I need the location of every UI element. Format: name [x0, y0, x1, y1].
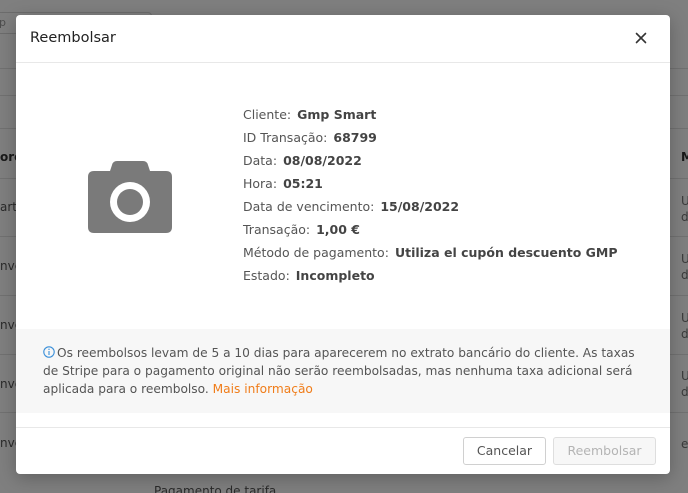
detail-row-data-vencimento: Data de vencimento: 15/08/2022 — [243, 198, 618, 221]
cancel-button[interactable]: Cancelar — [463, 437, 546, 465]
close-button[interactable] — [630, 27, 652, 49]
close-icon — [635, 32, 647, 44]
detail-value: 68799 — [333, 130, 377, 145]
refund-info-box: Os reembolsos levam de 5 a 10 dias para … — [16, 329, 670, 413]
more-info-link[interactable]: Mais informação — [213, 382, 313, 396]
modal-title: Reembolsar — [30, 30, 116, 46]
detail-value: 08/08/2022 — [283, 153, 362, 168]
camera-icon — [86, 159, 174, 235]
detail-separator: : — [272, 153, 278, 168]
detail-value: 1,00 € — [316, 222, 360, 237]
modal-header: Reembolsar — [16, 15, 670, 63]
detail-label: Cliente — [243, 107, 287, 122]
detail-separator: : — [323, 130, 328, 145]
detail-separator: : — [384, 245, 389, 260]
detail-row-cliente: Cliente: Gmp Smart — [243, 106, 618, 129]
detail-row-id-transacao: ID Transação: 68799 — [243, 129, 618, 152]
refund-info-text: Os reembolsos levam de 5 a 10 dias para … — [43, 344, 647, 398]
detail-label: Data — [243, 153, 273, 168]
detail-separator: : — [305, 222, 311, 237]
detail-label: Transação — [243, 222, 306, 237]
info-message: Os reembolsos levam de 5 a 10 dias para … — [43, 346, 635, 396]
info-icon — [43, 346, 55, 358]
detail-row-data: Data: 08/08/2022 — [243, 152, 618, 175]
refund-button[interactable]: Reembolsar — [553, 437, 656, 465]
detail-value: 15/08/2022 — [380, 199, 460, 214]
detail-separator: : — [285, 268, 290, 283]
detail-row-metodo-pagamento: Método de pagamento: Utiliza el cupón des… — [243, 244, 618, 267]
modal-footer-divider — [16, 427, 670, 428]
detail-row-hora: Hora: 05:21 — [243, 175, 618, 198]
detail-separator: : — [272, 176, 278, 191]
detail-value: Utiliza el cupón descuento GMP — [394, 245, 618, 260]
detail-value: Gmp Smart — [297, 107, 377, 122]
detail-label: Data de vencimento — [243, 199, 371, 214]
detail-value: Incompleto — [295, 268, 375, 283]
detail-row-transacao: Transação: 1,00 € — [243, 221, 618, 244]
detail-row-estado: Estado: Incompleto — [243, 267, 618, 290]
detail-label: ID Transação — [243, 130, 324, 145]
detail-label: Método de pagamento — [243, 245, 385, 260]
detail-label: Hora — [243, 176, 273, 191]
transaction-details: Cliente: Gmp Smart ID Transação: 68799 Dat… — [243, 106, 618, 290]
refund-modal: Reembolsar Cliente: Gmp Smart ID Transaçã… — [16, 15, 670, 474]
detail-separator: : — [286, 107, 292, 122]
detail-separator: : — [370, 199, 375, 214]
detail-label: Estado — [243, 268, 286, 283]
detail-value: 05:21 — [283, 176, 323, 191]
